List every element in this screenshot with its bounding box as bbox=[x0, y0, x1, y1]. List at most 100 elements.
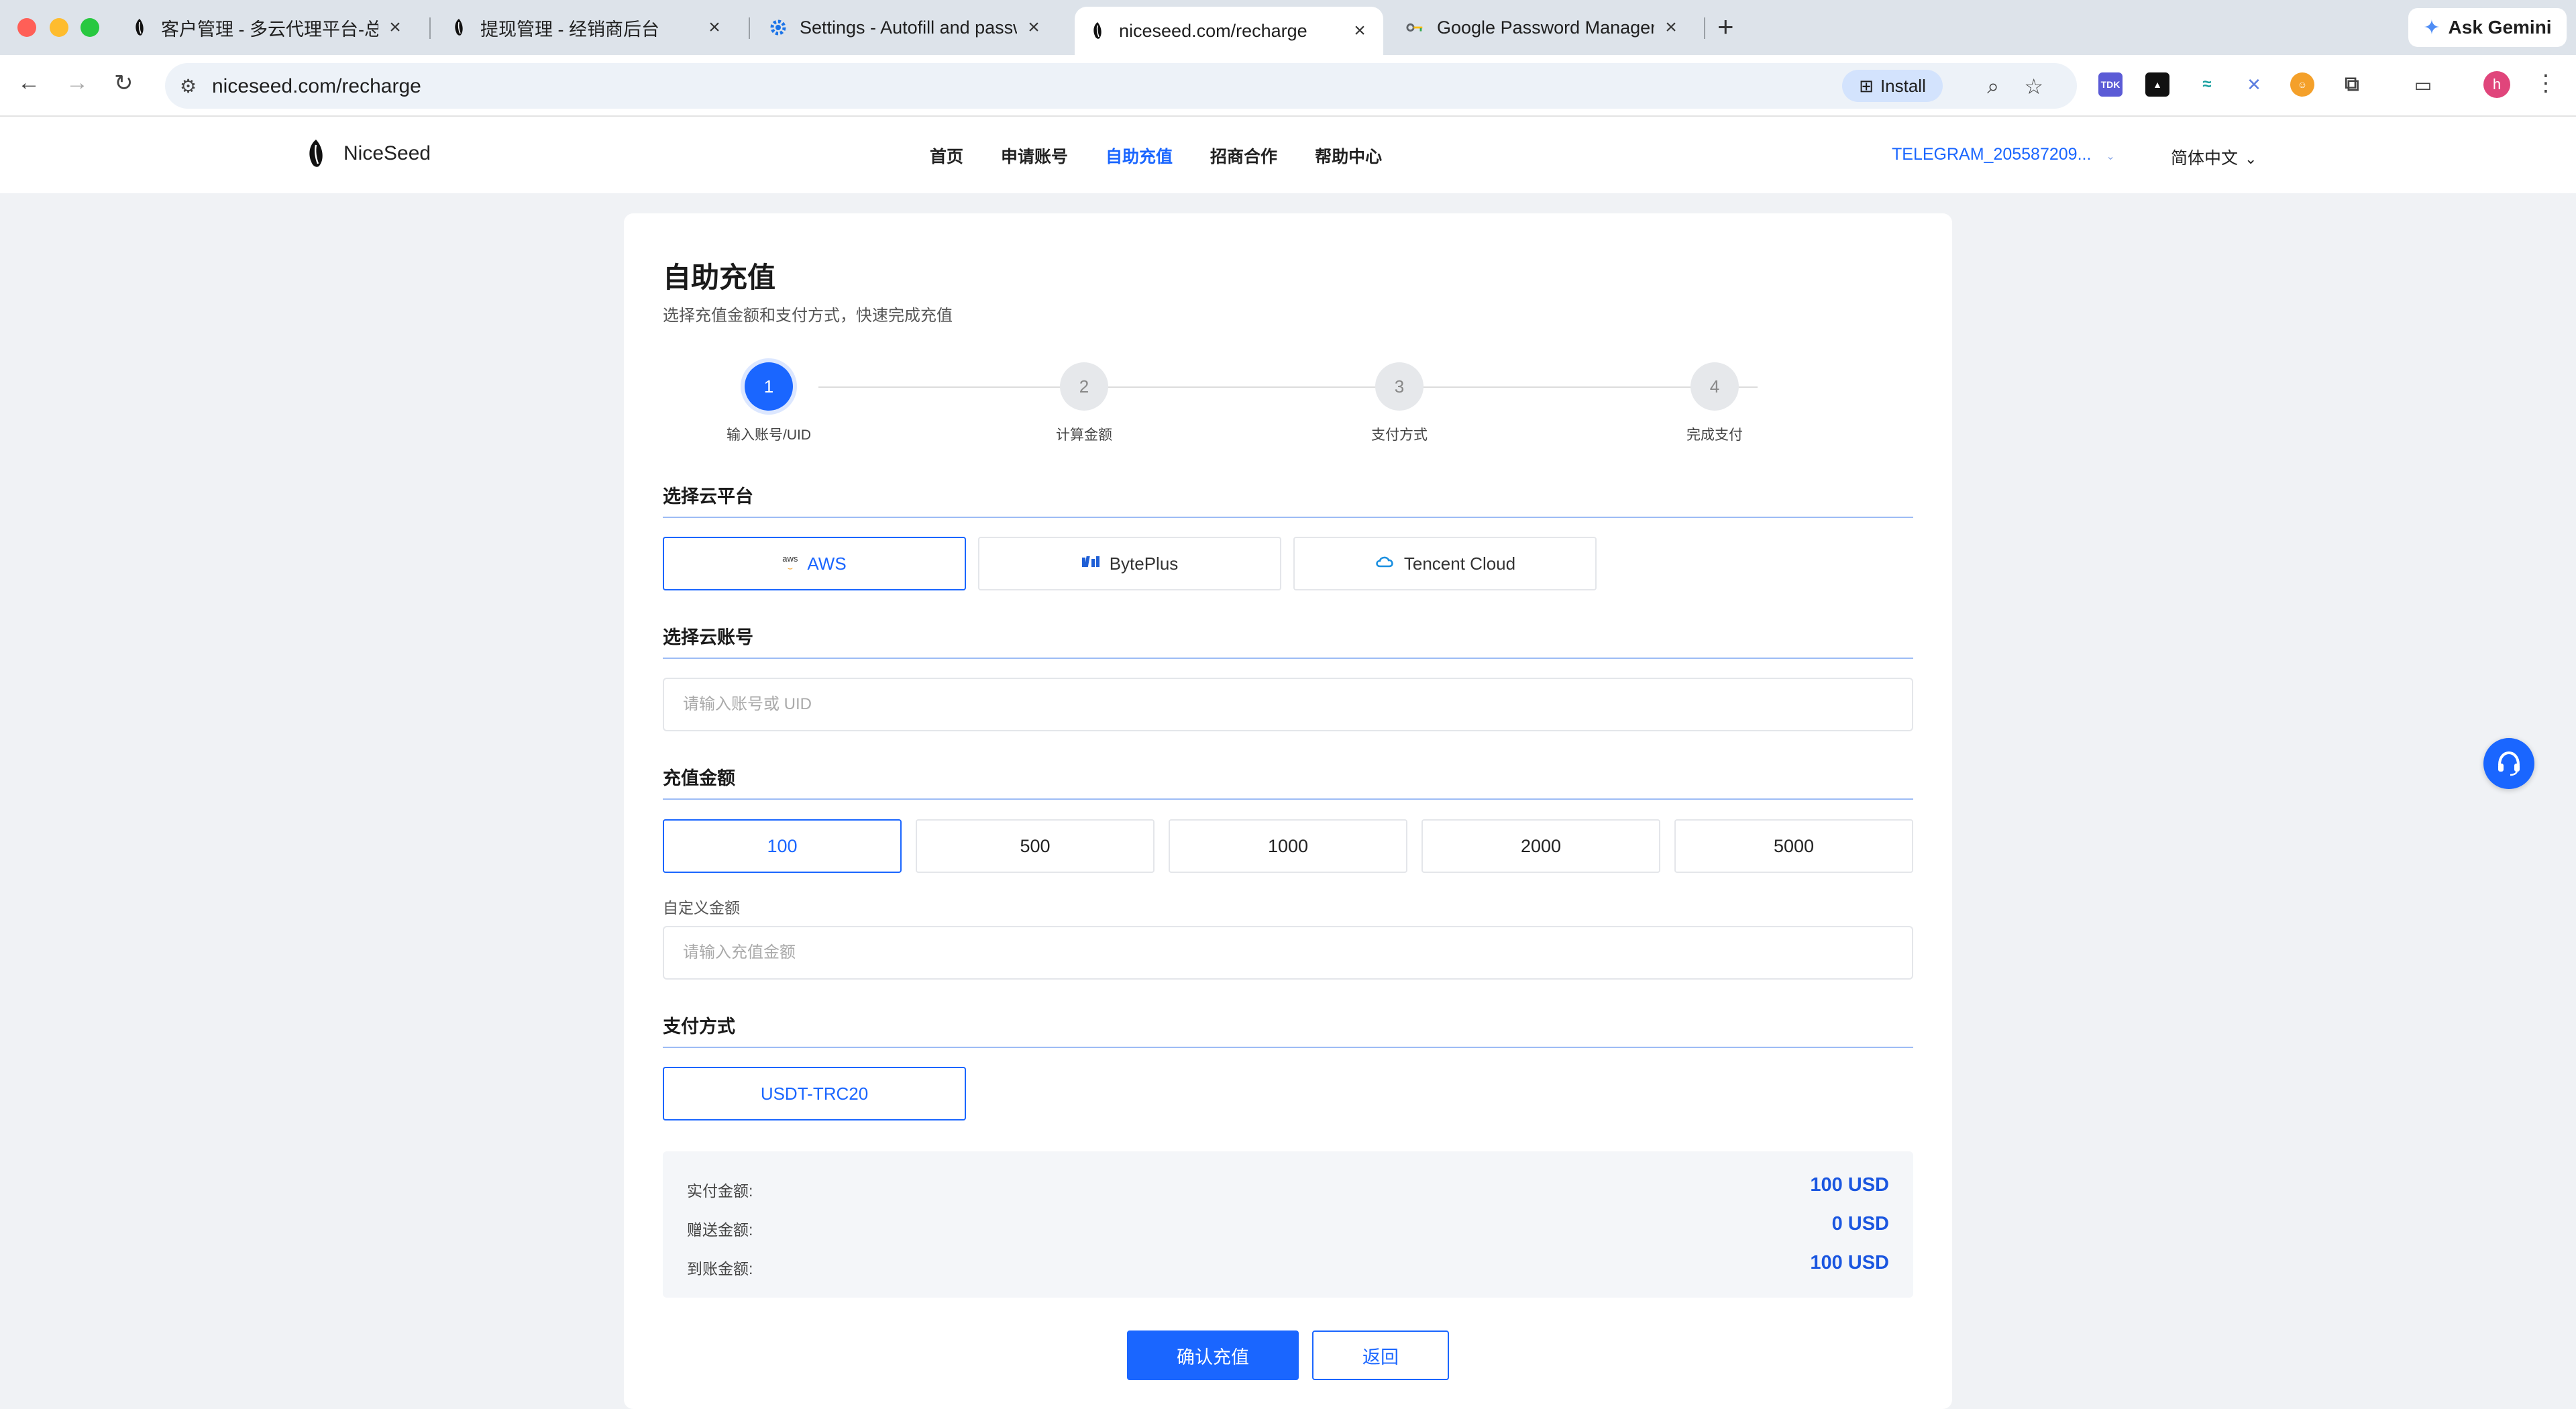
step-4: 4 完成支付 bbox=[1641, 362, 1788, 444]
user-dropdown[interactable]: TELEGRAM_205587209... ⌄ bbox=[1892, 145, 2115, 164]
step-label: 完成支付 bbox=[1686, 427, 1743, 443]
stepper-line bbox=[818, 386, 1758, 388]
nav-self-recharge[interactable]: 自助充值 bbox=[1106, 144, 1173, 168]
custom-amount-label: 自定义金额 bbox=[663, 899, 740, 917]
browser-tab-active[interactable]: niceseed.com/recharge × bbox=[1075, 7, 1383, 55]
browser-tab[interactable]: 提现管理 - 经销商后台 × bbox=[436, 7, 738, 48]
page-title: 自助充值 bbox=[663, 262, 776, 293]
zoom-icon[interactable]: ⌕ bbox=[1987, 74, 1999, 99]
aws-mark: aws bbox=[782, 554, 798, 564]
niceseed-logo-icon bbox=[1088, 21, 1107, 40]
install-label: Install bbox=[1880, 75, 1926, 96]
back-arrow-icon[interactable]: ← bbox=[17, 70, 40, 96]
step-3: 3 支付方式 bbox=[1326, 362, 1473, 444]
confirm-recharge-button[interactable]: 确认充值 bbox=[1127, 1330, 1299, 1380]
profile-avatar[interactable]: h bbox=[2483, 71, 2510, 98]
byteplus-logo-icon bbox=[1081, 555, 1100, 572]
recharge-card: 自助充值 选择充值金额和支付方式，快速完成充值 1 输入账号/UID 2 计算金… bbox=[624, 213, 1952, 1409]
summary-key: 到账金额: bbox=[687, 1260, 753, 1277]
extensions-puzzle-icon[interactable]: ⧉ bbox=[2340, 72, 2364, 97]
amount-option-5000[interactable]: 5000 bbox=[1674, 819, 1913, 873]
key-icon bbox=[1406, 18, 1425, 37]
nav-partnership[interactable]: 招商合作 bbox=[1210, 144, 1277, 168]
language-label: 简体中文 bbox=[2171, 149, 2239, 168]
nav-apply-account[interactable]: 申请账号 bbox=[1001, 144, 1068, 168]
reload-icon[interactable]: ↻ bbox=[114, 70, 133, 97]
forward-arrow-icon[interactable]: → bbox=[66, 70, 89, 96]
summary-row-bonus: 赠送金额: 0 USD bbox=[687, 1213, 1889, 1240]
install-icon: ⊞ bbox=[1859, 75, 1874, 96]
niceseed-logo-icon bbox=[449, 18, 468, 37]
account-uid-input[interactable] bbox=[663, 678, 1913, 731]
section-divider bbox=[663, 798, 1913, 800]
site-info-icon[interactable]: ⚙ bbox=[180, 75, 197, 97]
summary-key: 实付金额: bbox=[687, 1182, 753, 1200]
extension-a-icon[interactable]: ▲ bbox=[2145, 72, 2169, 97]
amount-option-2000[interactable]: 2000 bbox=[1421, 819, 1660, 873]
step-2: 2 计算金额 bbox=[1010, 362, 1158, 444]
nav-home[interactable]: 首页 bbox=[930, 144, 963, 168]
bookmark-star-icon[interactable]: ☆ bbox=[2024, 74, 2043, 99]
platform-label: Tencent Cloud bbox=[1403, 553, 1516, 574]
extension-orange-icon[interactable]: ☺ bbox=[2290, 72, 2314, 97]
site-header: NiceSeed 首页 申请账号 自助充值 招商合作 帮助中心 TELEGRAM… bbox=[0, 117, 2576, 193]
install-app-button[interactable]: ⊞ Install bbox=[1842, 70, 1943, 102]
close-tab-icon[interactable]: × bbox=[1661, 16, 1681, 39]
summary-value: 0 USD bbox=[1831, 1213, 1889, 1235]
maximize-window-button[interactable] bbox=[80, 18, 99, 37]
niceseed-logo-icon bbox=[130, 18, 149, 37]
step-1: 1 输入账号/UID bbox=[695, 362, 843, 444]
platform-tencent-button[interactable]: Tencent Cloud bbox=[1293, 537, 1597, 590]
step-number: 4 bbox=[1690, 362, 1739, 411]
url-text: niceseed.com/recharge bbox=[212, 75, 421, 97]
extension-wave-icon[interactable]: ≈ bbox=[2195, 72, 2219, 97]
tab-title: 客户管理 - 多云代理平台-总后台 bbox=[161, 19, 378, 40]
section-title-platform: 选择云平台 bbox=[663, 486, 753, 507]
browser-tab[interactable]: 客户管理 - 多云代理平台-总后台 × bbox=[117, 7, 419, 48]
site-logo[interactable]: NiceSeed bbox=[306, 138, 431, 169]
platform-byteplus-button[interactable]: BytePlus bbox=[978, 537, 1281, 590]
tab-title: 提现管理 - 经销商后台 bbox=[480, 19, 659, 40]
browser-tab[interactable]: Settings - Autofill and passwords × bbox=[755, 7, 1057, 48]
close-tab-icon[interactable]: × bbox=[1024, 16, 1044, 39]
close-tab-icon[interactable]: × bbox=[704, 16, 724, 39]
more-menu-icon[interactable]: ⋮ bbox=[2534, 70, 2557, 97]
close-tab-icon[interactable]: × bbox=[1350, 19, 1370, 42]
payment-usdt-trc20-button[interactable]: USDT-TRC20 bbox=[663, 1067, 966, 1120]
page-subtitle: 选择充值金额和支付方式，快速完成充值 bbox=[663, 307, 953, 325]
extension-translate-icon[interactable]: ✕ bbox=[2242, 72, 2266, 97]
amount-option-500[interactable]: 500 bbox=[916, 819, 1155, 873]
tab-title: Settings - Autofill and passwords bbox=[800, 17, 1017, 38]
main-nav: 首页 申请账号 自助充值 招商合作 帮助中心 bbox=[930, 144, 1419, 168]
browser-tab-bar: 客户管理 - 多云代理平台-总后台 × 提现管理 - 经销商后台 × Setti… bbox=[0, 0, 2576, 55]
platform-label: AWS bbox=[807, 553, 847, 574]
tencent-cloud-icon bbox=[1375, 554, 1395, 573]
tdk-extension-icon[interactable]: TDK bbox=[2098, 72, 2123, 97]
browser-tab[interactable]: Google Password Manager × bbox=[1393, 7, 1695, 48]
amount-option-100[interactable]: 100 bbox=[663, 819, 902, 873]
customer-support-button[interactable] bbox=[2483, 738, 2534, 789]
new-tab-button[interactable]: + bbox=[1717, 11, 1734, 43]
chevron-down-icon: ⌄ bbox=[2106, 151, 2115, 162]
nav-help-center[interactable]: 帮助中心 bbox=[1315, 144, 1382, 168]
section-title-amount: 充值金额 bbox=[663, 768, 735, 788]
summary-value: 100 USD bbox=[1810, 1252, 1889, 1273]
address-bar[interactable]: ⚙ niceseed.com/recharge ⊞ Install ⌕ ☆ bbox=[165, 63, 2077, 109]
close-window-button[interactable] bbox=[17, 18, 36, 37]
language-dropdown[interactable]: 简体中文 ⌄ bbox=[2171, 145, 2257, 169]
step-label: 输入账号/UID bbox=[727, 427, 811, 443]
gemini-label: Ask Gemini bbox=[2448, 17, 2552, 38]
tab-title: niceseed.com/recharge bbox=[1119, 20, 1307, 41]
close-tab-icon[interactable]: × bbox=[385, 16, 405, 39]
amount-option-1000[interactable]: 1000 bbox=[1169, 819, 1407, 873]
user-name: TELEGRAM_205587209... bbox=[1892, 145, 2092, 164]
step-number: 2 bbox=[1060, 362, 1108, 411]
minimize-window-button[interactable] bbox=[50, 18, 68, 37]
tab-search-icon[interactable]: ▭ bbox=[2411, 72, 2435, 97]
section-divider bbox=[663, 1047, 1913, 1048]
ask-gemini-button[interactable]: ✦ Ask Gemini bbox=[2408, 8, 2567, 47]
tab-separator bbox=[1704, 17, 1705, 39]
platform-aws-button[interactable]: aws ⌣ AWS bbox=[663, 537, 966, 590]
back-button[interactable]: 返回 bbox=[1312, 1330, 1449, 1380]
custom-amount-input[interactable] bbox=[663, 926, 1913, 980]
